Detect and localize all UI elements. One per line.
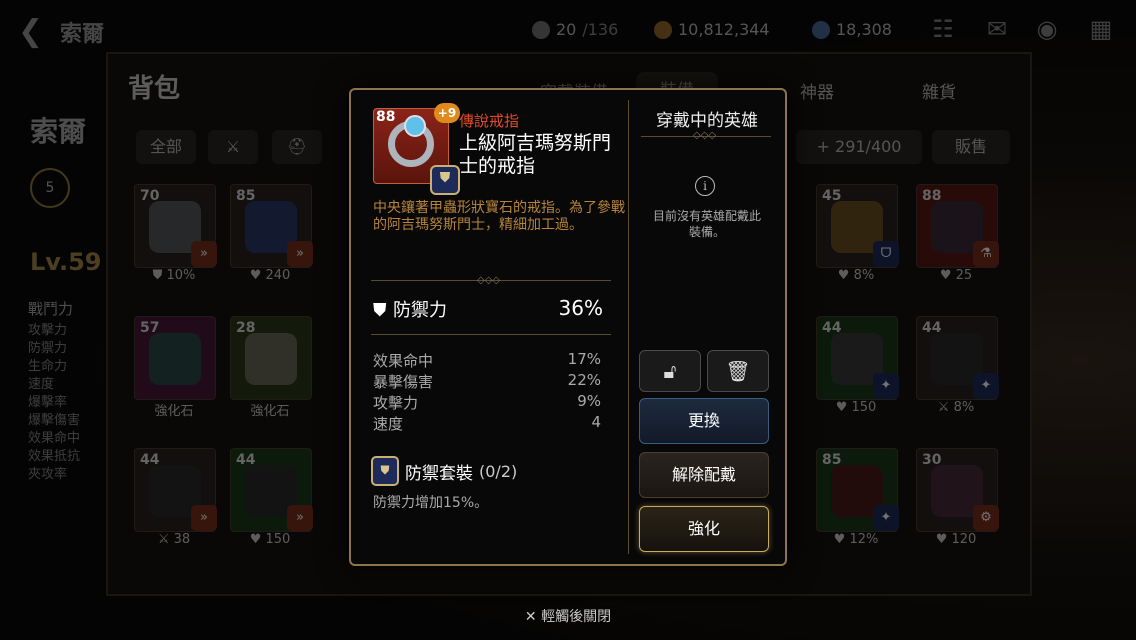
unlock-icon: 🔓︎ [663,359,677,383]
sub-stat-row: 攻擊力 9% [373,392,601,412]
inventory-slot[interactable]: ✦ 44 ⚔ 8% [916,316,999,426]
side-badge: 5 [30,168,70,208]
set-badge-icon: ✦ [873,505,899,531]
filter-all[interactable]: 全部 [136,130,196,164]
equipped-hero-title: 穿戴中的英雄 [656,111,758,131]
item-grade: 傳說戒指 [459,112,520,130]
slot-stat: ⚔ 8% [937,400,975,415]
gold-icon [654,20,672,39]
tab-artifacts[interactable]: 神器 [800,78,834,103]
set-bonus-description: 防禦力增加15%。 [373,495,489,511]
inventory-slot[interactable]: » 85 ♥ 240 [230,184,313,294]
back-arrow-icon[interactable]: ❮ [18,14,43,49]
enhance-badge: +9 [434,103,460,123]
slot-stat: ♥ 25 [939,268,973,283]
item-info-section: 88 +9 ⛊ 傳說戒指 上級阿吉瑪努斯門士的戒指 中央鑲著甲蟲形狀寶石的戒指。… [351,90,627,564]
item-name: 上級阿吉瑪努斯門士的戒指 [459,132,612,177]
inventory-slot[interactable]: » 44 ♥ 150 [230,448,313,558]
slot-stat: ⚔ 38 [157,532,191,547]
gold-counter: 10,812,344 [654,20,770,39]
main-stat: ⛊ 防禦力 36% [373,296,603,321]
inventory-slot[interactable]: ⚗ 88 ♥ 25 [916,184,999,294]
set-badge-icon: » [191,241,217,267]
slot-stat: ♥ 120 [935,532,977,547]
item-level: 88 [376,109,396,125]
divider [371,334,611,335]
crystal-icon [812,20,830,39]
inventory-slot[interactable]: » 70 ⛊ 10% [134,184,217,294]
inventory-slot[interactable]: ⚙ 30 ♥ 120 [916,448,999,558]
item-description: 中央鑲著甲蟲形狀寶石的戒指。為了參戰的阿吉瑪努斯門士，精細加工過。 [373,200,625,233]
enhance-button[interactable]: 強化 [639,506,769,552]
divider: ◇◇◇ [371,275,611,286]
item-icon [245,333,297,385]
item-detail-popup: 88 +9 ⛊ 傳說戒指 上級阿吉瑪努斯門士的戒指 中央鑲著甲蟲形狀寶石的戒指。… [349,88,787,566]
crystal-counter: 18,308 [812,20,892,39]
side-hero-name: 索爾 [30,115,87,148]
item-icon [149,333,201,385]
sub-stat-row: 速度 4 [373,413,601,433]
set-badge-icon: ✦ [973,373,999,399]
inventory-slot[interactable]: 57 強化石 [134,316,216,426]
slot-stat: ⛊ 10% [152,268,196,283]
set-bonus-title: ⛊ 防禦套裝 (0/2) [371,456,517,486]
shield-icon: ⛊ [373,300,387,321]
hero-name: 索爾 [60,22,105,47]
inventory-slot[interactable]: ✦ 44 ♥ 150 [816,316,899,426]
info-icon: i [695,176,715,196]
gem-icon [404,115,426,137]
tab-misc[interactable]: 雜貨 [922,78,956,103]
slot-stat: ♥ 150 [249,532,291,547]
inventory-capacity: + 291/400 [796,130,922,164]
divider: ◇◇◇ [641,130,771,141]
side-stat-header: 戰鬥力 [28,300,74,318]
sub-stats: 效果命中 17% 暴擊傷害 22% 攻擊力 9% 速度 4 [373,350,601,434]
slot-stat: ♥ 150 [835,400,877,415]
slot-stat: ♥ 8% [837,268,875,283]
inventory-title: 背包 [128,74,181,104]
replace-button[interactable]: 更換 [639,398,769,444]
stamina-icon [532,20,550,39]
inventory-slot[interactable]: ✦ 85 ♥ 12% [816,448,899,558]
equipped-hero-section: 穿戴中的英雄 ◇◇◇ i 目前沒有英雄配戴此裝備。 🔓︎ 🗑︎ 更換 解除配戴 … [629,90,785,564]
stamina-counter: 20/136 [532,20,618,39]
defense-set-icon: ⛊ [430,165,460,195]
slot-stat: ♥ 240 [249,268,291,283]
set-badge-icon: ✦ [873,373,899,399]
menu-icon[interactable]: ▦ [1086,14,1116,44]
filter-weapon-icon[interactable]: ⚔ [208,130,258,164]
item-icon-frame: 88 +9 ⛊ [373,103,460,195]
unlock-button[interactable]: 🔓︎ [639,350,701,392]
mail-icon[interactable]: ✉ [982,14,1012,44]
inventory-slot[interactable]: 28 強化石 [230,316,312,426]
no-hero-text: 目前沒有英雄配戴此裝備。 [652,209,761,239]
slot-stat: 強化石 [250,404,290,419]
hero-list-icon[interactable]: ☷ [928,14,958,44]
sub-stat-row: 暴擊傷害 22% [373,371,601,391]
set-badge-icon: » [287,505,313,531]
trash-icon: 🗑︎ [725,359,751,383]
set-badge-icon: ⚗ [973,241,999,267]
side-level: Lv.59 [30,248,102,276]
inventory-slot[interactable]: ᗜ 45 ♥ 8% [816,184,899,294]
set-badge-icon: » [287,241,313,267]
chat-icon[interactable]: ◉ [1032,14,1062,44]
close-hint[interactable]: ✕ 輕觸後關閉 [0,606,1136,626]
set-badge-icon: ᗜ [873,241,899,267]
set-badge-icon: » [191,505,217,531]
side-stats: 戰鬥力 攻擊力 防禦力 生命力 速度 爆擊率 爆擊傷害 效果命中 效果抵抗 夾攻… [28,300,81,482]
unequip-button[interactable]: 解除配戴 [639,452,769,498]
sell-button[interactable]: 販售 [932,130,1010,164]
sub-stat-row: 效果命中 17% [373,350,601,370]
set-badge-icon: ⚙ [973,505,999,531]
defense-set-icon: ⛊ [371,456,399,486]
filter-helmet-icon[interactable]: ⛑ [272,130,322,164]
delete-button[interactable]: 🗑︎ [707,350,769,392]
slot-stat: ♥ 12% [833,532,879,547]
slot-stat: 強化石 [154,404,194,419]
inventory-slot[interactable]: » 44 ⚔ 38 [134,448,217,558]
top-bar: ❮ 索爾 20/136 10,812,344 18,308 ☷ ✉ ◉ ▦ [0,0,1136,60]
